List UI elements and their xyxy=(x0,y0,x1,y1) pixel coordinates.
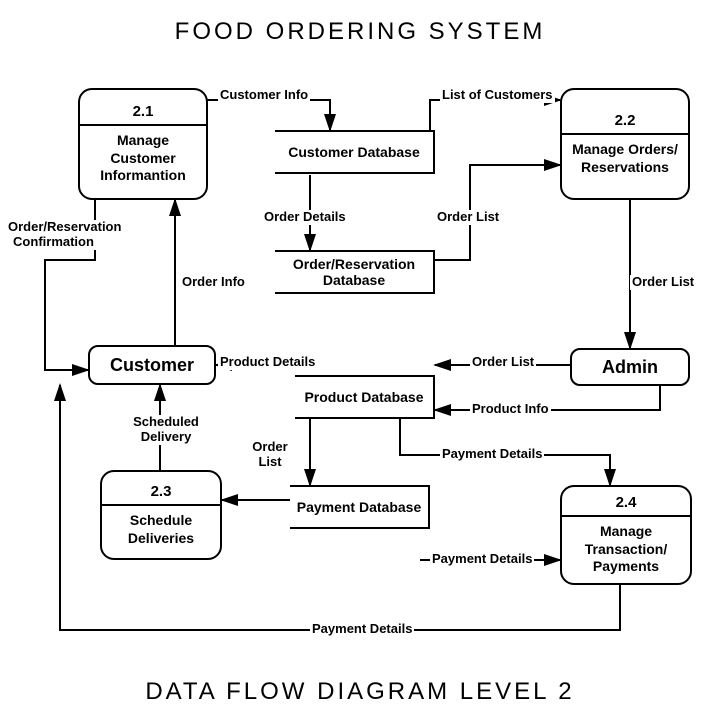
flow-label: Payment Details xyxy=(430,552,534,567)
process-label: Manage Orders/ Reservations xyxy=(562,135,688,182)
process-number: 2.4 xyxy=(562,488,690,517)
flow-label: Order Info xyxy=(180,275,247,290)
flow-label: Order/Reservation Confirmation xyxy=(6,220,101,250)
flow-label: Product Details xyxy=(218,355,317,370)
datastore-payment-db: Payment Database xyxy=(290,485,430,529)
process-label: Schedule Deliveries xyxy=(102,506,220,553)
process-2-1: 2.1 Manage Customer Informantion xyxy=(78,88,208,200)
flow-label: Order List xyxy=(630,275,696,290)
flow-label: Order List xyxy=(248,440,292,470)
process-number: 2.1 xyxy=(80,97,206,126)
process-label: Manage Transaction/ Payments xyxy=(562,517,690,582)
flow-label: Order List xyxy=(435,210,501,225)
flow-label: Product Info xyxy=(470,402,551,417)
entity-admin: Admin xyxy=(570,348,690,386)
process-number: 2.3 xyxy=(102,477,220,506)
process-2-4: 2.4 Manage Transaction/ Payments xyxy=(560,485,692,585)
flow-label: List of Customers xyxy=(440,88,555,103)
datastore-product-db: Product Database xyxy=(295,375,435,419)
flow-label: Order List xyxy=(470,355,536,370)
entity-customer: Customer xyxy=(88,345,216,385)
datastore-customer-db: Customer Database xyxy=(275,130,435,174)
flow-label: Payment Details xyxy=(440,447,544,462)
process-2-3: 2.3 Schedule Deliveries xyxy=(100,470,222,560)
process-label: Manage Customer Informantion xyxy=(80,126,206,191)
datastore-order-db: Order/Reservation Database xyxy=(275,250,435,294)
flow-label: Customer Info xyxy=(218,88,310,103)
process-number: 2.2 xyxy=(562,106,688,135)
flow-label: Order Details xyxy=(262,210,348,225)
flow-label: Scheduled Delivery xyxy=(130,415,202,445)
flow-label: Payment Details xyxy=(310,622,414,637)
process-2-2: 2.2 Manage Orders/ Reservations xyxy=(560,88,690,200)
